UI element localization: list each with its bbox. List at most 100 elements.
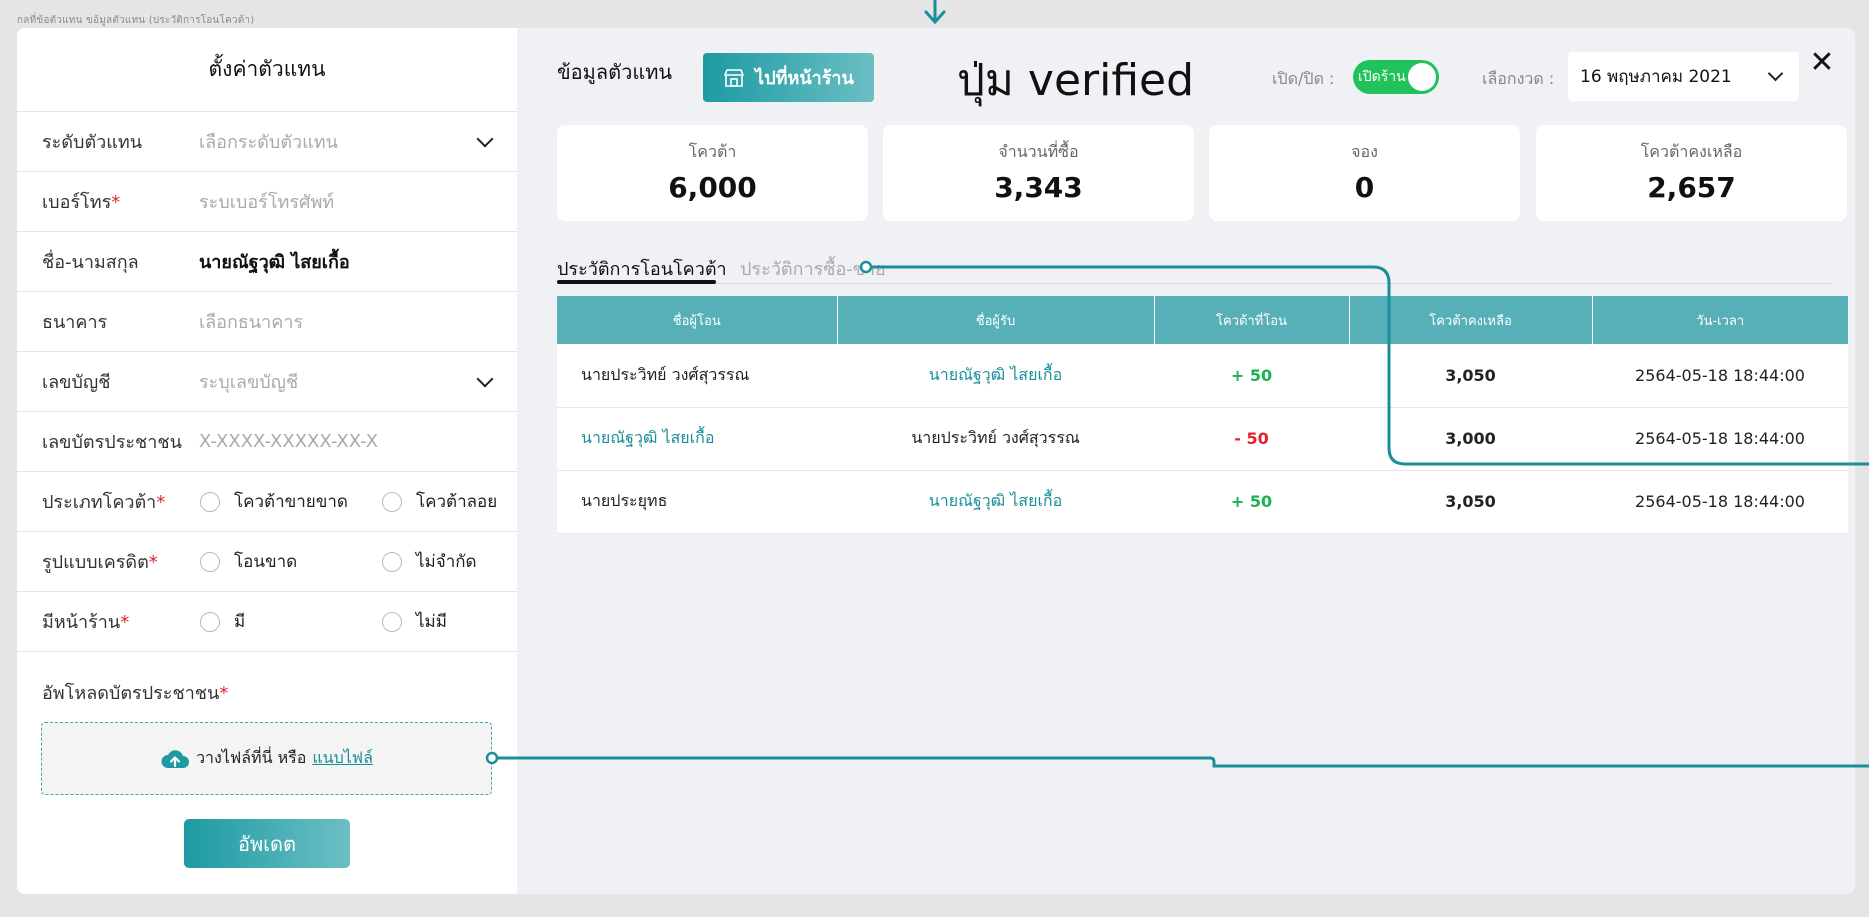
stat-label: โควต้าคงเหลือ (1640, 142, 1743, 161)
storefront-group: มีหน้าร้าน* มี ไม่มี (17, 592, 517, 652)
stat-label: จำนวนที่ซื้อ (998, 142, 1079, 161)
period-value: 16 พฤษภาคม 2021 (1580, 67, 1732, 87)
stat-card-reserved: จอง 0 (1209, 125, 1520, 221)
fullname-field[interactable]: ชื่อ-นามสกุล นายณัฐวุฒิ ไสยเกื้อ (17, 232, 517, 292)
radio-quota-sell[interactable]: โควต้าขายขาด (200, 488, 348, 515)
credit-type-group: รูปแบบเครดิต* โอนขาด ไม่จำกัด (17, 532, 517, 592)
table-row: นายณัฐวุฒิ ไสยเกื้อ นายประวิทย์ วงศ์สุวร… (557, 407, 1848, 471)
field-label: ประเภทโควต้า* (42, 492, 166, 513)
chevron-down-icon (476, 130, 494, 147)
transfer-history-table: ชื่อผู้โอน ชื่อผู้รับ โควต้าที่โอน โควต้… (557, 296, 1848, 534)
stat-card-remaining: โควต้าคงเหลือ 2,657 (1536, 125, 1847, 221)
stat-value: 0 (1354, 171, 1375, 204)
annotation-label: ปุ่ม verified (957, 55, 1195, 106)
stat-value: 2,657 (1647, 171, 1736, 204)
shop-open-toggle[interactable]: เปิดร้าน (1353, 60, 1439, 94)
toggle-state-text: เปิดร้าน (1358, 69, 1406, 85)
period-select[interactable]: 16 พฤษภาคม 2021 (1568, 52, 1799, 101)
radio-circle-icon (382, 611, 402, 632)
radio-storefront-no[interactable]: ไม่มี (382, 608, 447, 635)
agent-info-panel: ข้อมูลตัวแทน ไปที่หน้าร้าน ปุ่ม verified… (517, 28, 1855, 894)
radio-circle-icon (200, 551, 220, 572)
arrow-down-icon (924, 0, 946, 25)
file-dropzone[interactable]: วางไฟล์ที่นี่ หรือ แนบไฟล์ (41, 722, 492, 795)
radio-circle-icon (200, 611, 220, 632)
dropzone-text: วางไฟล์ที่นี่ หรือ (196, 748, 307, 767)
account-placeholder: ระบุเลขบัญชี (199, 372, 299, 393)
field-label: เบอร์โทร* (42, 192, 121, 213)
storefront-icon (724, 68, 744, 87)
radio-credit-transfer[interactable]: โอนขาด (200, 548, 297, 575)
cell-receiver[interactable]: นายณัฐวุฒิ ไสยเกื้อ (837, 470, 1154, 534)
period-label: เลือกงวด : (1482, 69, 1555, 88)
id-card-field[interactable]: เลขบัตรประชาชน X-XXXX-XXXXX-XX-X (17, 412, 517, 472)
cell-remaining: 3,050 (1349, 470, 1592, 534)
cell-datetime: 2564-05-18 18:44:00 (1592, 344, 1848, 408)
cell-datetime: 2564-05-18 18:44:00 (1592, 470, 1848, 534)
phone-field[interactable]: เบอร์โทร* ระบเบอร์โทรศัพท์ (17, 172, 517, 232)
chevron-down-icon (1767, 65, 1784, 82)
cloud-upload-icon (161, 749, 190, 768)
bank-select[interactable]: ธนาคาร เลือกธนาคาร (17, 292, 517, 352)
tab-quota-transfer-history[interactable]: ประวัติการโอนโควต้า (557, 254, 727, 283)
close-icon[interactable]: ✕ (1807, 48, 1837, 78)
stat-label: จอง (1351, 142, 1378, 161)
active-tab-indicator (557, 280, 716, 284)
radio-credit-unlimited[interactable]: ไม่จำกัด (382, 548, 477, 575)
agent-settings-panel: ตั้งค่าตัวแทน ระดับตัวแทน เลือกระดับตัวแ… (17, 28, 517, 894)
radio-quota-float[interactable]: โควต้าลอย (382, 488, 497, 515)
cell-receiver: นายประวิทย์ วงศ์สุวรรณ (837, 407, 1154, 471)
column-header-amount: โควต้าที่โอน (1154, 296, 1350, 344)
stat-label: โควต้า (688, 142, 737, 161)
go-to-shop-label: ไปที่หน้าร้าน (755, 68, 854, 89)
cell-amount: + 50 (1154, 344, 1349, 408)
upload-label: อัพโหลดบัตรประชาชน* (42, 683, 229, 704)
stat-value: 3,343 (994, 171, 1083, 204)
toggle-knob (1408, 63, 1436, 91)
table-row: นายประวิทย์ วงศ์สุวรรณ นายณัฐวุฒิ ไสยเกื… (557, 344, 1848, 408)
cell-amount: - 50 (1154, 407, 1349, 471)
tab-buy-sell-history[interactable]: ประวัติการซื้อ-ขาย (740, 254, 886, 283)
column-header-sender: ชื่อผู้โอน (557, 296, 838, 344)
field-label: ธนาคาร (42, 312, 108, 333)
chevron-down-icon (476, 370, 494, 387)
browse-file-link[interactable]: แนบไฟล์ (312, 746, 373, 771)
panel-title: ตั้งค่าตัวแทน (17, 28, 517, 112)
field-label: มีหน้าร้าน* (42, 612, 130, 633)
breadcrumb: กลที่ข้อตัวแทน ขอ้มูลตัวแทน (ประวัติการโ… (17, 15, 255, 26)
agent-level-placeholder: เลือกระดับตัวแทน (199, 132, 338, 153)
field-label: ชื่อ-นามสกุล (42, 252, 139, 273)
table-header-row: ชื่อผู้โอน ชื่อผู้รับ โควต้าที่โอน โควต้… (557, 296, 1848, 344)
cell-sender: นายประยุทธ (557, 470, 837, 534)
column-header-datetime: วัน-เวลา (1592, 296, 1848, 344)
stat-card-quota: โควต้า 6,000 (557, 125, 868, 221)
update-button[interactable]: อัพเดต (184, 819, 350, 868)
quota-type-group: ประเภทโควต้า* โควต้าขายขาด โควต้าลอย (17, 472, 517, 532)
id-card-placeholder: X-XXXX-XXXXX-XX-X (199, 431, 379, 452)
cell-remaining: 3,050 (1349, 344, 1592, 408)
account-number-select[interactable]: เลขบัญชี ระบุเลขบัญชี (17, 352, 517, 412)
radio-circle-icon (382, 491, 402, 512)
cell-sender: นายประวิทย์ วงศ์สุวรรณ (557, 344, 837, 408)
agent-level-select[interactable]: ระดับตัวแทน เลือกระดับตัวแทน (17, 112, 517, 172)
section-title: ข้อมูลตัวแทน (557, 60, 673, 84)
phone-placeholder: ระบเบอร์โทรศัพท์ (199, 192, 335, 213)
field-label: เลขบัตรประชาชน (42, 432, 182, 453)
radio-circle-icon (200, 491, 220, 512)
toggle-label: เปิด/ปิด : (1272, 69, 1335, 88)
tab-divider (557, 283, 1831, 284)
go-to-shop-button[interactable]: ไปที่หน้าร้าน (703, 53, 874, 102)
cell-receiver[interactable]: นายณัฐวุฒิ ไสยเกื้อ (837, 344, 1154, 408)
bank-placeholder: เลือกธนาคาร (199, 312, 304, 333)
field-label: ระดับตัวแทน (42, 132, 143, 153)
stat-value: 6,000 (668, 171, 757, 204)
column-header-receiver: ชื่อผู้รับ (837, 296, 1155, 344)
agent-settings-dialog: ตั้งค่าตัวแทน ระดับตัวแทน เลือกระดับตัวแ… (17, 28, 1855, 894)
radio-storefront-yes[interactable]: มี (200, 608, 245, 635)
cell-sender[interactable]: นายณัฐวุฒิ ไสยเกื้อ (557, 407, 837, 471)
cell-remaining: 3,000 (1349, 407, 1592, 471)
field-label: เลขบัญชี (42, 372, 111, 393)
stat-card-purchased: จำนวนที่ซื้อ 3,343 (883, 125, 1194, 221)
radio-circle-icon (382, 551, 402, 572)
column-header-remaining: โควต้าคงเหลือ (1349, 296, 1593, 344)
